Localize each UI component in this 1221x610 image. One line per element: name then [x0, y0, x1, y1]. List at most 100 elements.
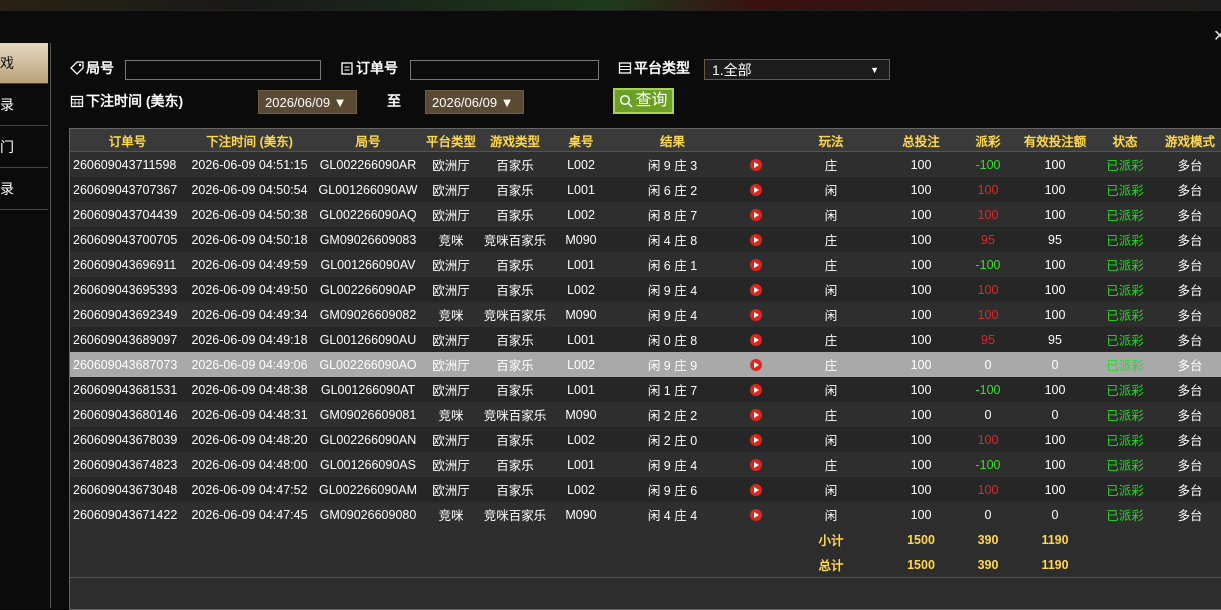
- bet-time-cell: 2026-06-09 04:49:18: [191, 332, 308, 347]
- table-row[interactable]: 260609043711598 2026-06-09 04:51:15 GL0022…: [70, 152, 1221, 178]
- game-mode-cell: 多台: [1177, 284, 1203, 298]
- platform-type-cell: 欧洲厅: [432, 359, 470, 373]
- order-no-cell: 260609043711598: [73, 157, 177, 172]
- server-icon: [618, 62, 632, 74]
- sidebar-item-1[interactable]: 录: [0, 85, 48, 126]
- valid-bet-cell: 100: [1044, 257, 1066, 272]
- game-mode-cell: 多台: [1177, 359, 1203, 373]
- column-header-game-type: 游戏类型: [489, 134, 540, 149]
- replay-cell: [733, 302, 778, 327]
- table-no-cell: L001: [567, 332, 595, 347]
- table-row[interactable]: 260609043687073 2026-06-09 04:49:06 GL0022…: [70, 352, 1221, 378]
- table-row[interactable]: 260609043707367 2026-06-09 04:50:54 GL0012…: [70, 177, 1221, 203]
- sidebar-item-0[interactable]: 戏: [0, 43, 48, 84]
- total-bet-cell: 100: [910, 257, 932, 272]
- order-no-cell: 260609043707367: [73, 182, 178, 197]
- chevron-down-icon: ▼: [870, 65, 879, 75]
- bet-time-cell: 2026-06-09 04:49:59: [191, 257, 308, 272]
- column-header-bet-type: 玩法: [818, 134, 844, 149]
- play-video-icon[interactable]: [749, 258, 762, 271]
- table-row[interactable]: 260609043681531 2026-06-09 04:48:38 GL0012…: [70, 377, 1221, 403]
- play-video-icon[interactable]: [749, 358, 762, 371]
- order-no-cell: 260609043671422: [73, 507, 178, 522]
- platform-type-cell: 欧洲厅: [432, 284, 470, 298]
- play-video-icon[interactable]: [749, 383, 762, 396]
- total-bet-cell: 100: [910, 407, 932, 422]
- close-icon[interactable]: ✕: [1213, 26, 1221, 46]
- play-video-icon[interactable]: [749, 283, 762, 296]
- payout-cell: -100: [975, 457, 1001, 472]
- game-no-cell: GL001266090AS: [320, 457, 416, 472]
- table-row[interactable]: 260609043680146 2026-06-09 04:48:31 GM0902…: [70, 402, 1221, 428]
- total-row: 总计 1500 390 1190: [70, 552, 1221, 578]
- table-row[interactable]: 260609043678039 2026-06-09 04:48:20 GL0022…: [70, 427, 1221, 453]
- bet-type-cell: 闲: [824, 184, 838, 198]
- game-mode-cell: 多台: [1177, 409, 1203, 423]
- total-bet-cell: 100: [910, 457, 932, 472]
- result-cell: 闲 9 庄 4: [647, 309, 698, 323]
- bet-time-cell: 2026-06-09 04:48:31: [191, 407, 308, 422]
- total-bet-cell: 100: [910, 432, 932, 447]
- column-header-bet-time: 下注时间 (美东): [206, 134, 293, 149]
- table-no-cell: M090: [565, 407, 597, 422]
- sidebar-item-3[interactable]: 录: [0, 169, 48, 210]
- play-video-icon[interactable]: [749, 158, 762, 171]
- total-bet-cell: 100: [910, 482, 932, 497]
- play-video-icon[interactable]: [749, 333, 762, 346]
- play-video-icon[interactable]: [749, 208, 762, 221]
- game-no-input[interactable]: [125, 60, 321, 80]
- result-cell: 闲 9 庄 3: [647, 159, 698, 173]
- bet-time-cell: 2026-06-09 04:48:38: [191, 382, 308, 397]
- replay-cell: [733, 177, 778, 202]
- total-bet-cell: 100: [910, 157, 932, 172]
- column-header-replay: [733, 129, 778, 151]
- query-button[interactable]: 查询: [613, 88, 674, 114]
- table-row[interactable]: 260609043696911 2026-06-09 04:49:59 GL0012…: [70, 252, 1221, 278]
- result-cell: 闲 9 庄 9: [647, 359, 698, 373]
- table-no-cell: L002: [567, 357, 595, 372]
- date-from-picker[interactable]: 2026/06/09 ▼: [258, 90, 357, 114]
- table-row[interactable]: 260609043700705 2026-06-09 04:50:18 GM0902…: [70, 227, 1221, 253]
- bet-type-cell: 庄: [824, 359, 838, 373]
- platform-type-cell: 欧洲厅: [432, 434, 470, 448]
- total-bet-cell: 100: [910, 282, 932, 297]
- order-no-cell: 260609043674823: [73, 457, 178, 472]
- result-cell: 闲 8 庄 7: [647, 209, 698, 223]
- order-no-cell: 260609043695393: [73, 282, 178, 297]
- game-mode-cell: 多台: [1177, 159, 1203, 173]
- valid-bet-cell: 95: [1048, 232, 1062, 247]
- play-video-icon[interactable]: [749, 308, 762, 321]
- table-row[interactable]: 260609043671422 2026-06-09 04:47:45 GM0902…: [70, 502, 1221, 528]
- table-row[interactable]: 260609043674823 2026-06-09 04:48:00 GL0012…: [70, 452, 1221, 478]
- table-row[interactable]: 260609043692349 2026-06-09 04:49:34 GM0902…: [70, 302, 1221, 328]
- replay-cell: [733, 227, 778, 252]
- date-to-picker[interactable]: 2026/06/09 ▼: [425, 90, 524, 114]
- sidebar-item-2[interactable]: 门: [0, 127, 48, 168]
- game-no-cell: GL002266090AR: [319, 157, 417, 172]
- game-no-cell: GL002266090AP: [320, 282, 416, 297]
- platform-select[interactable]: 1.全部 ▼: [704, 59, 890, 80]
- payout-cell: 0: [984, 407, 992, 422]
- game-no-label: 局号: [70, 58, 114, 78]
- game-type-cell: 百家乐: [496, 184, 534, 198]
- order-no-input[interactable]: [410, 60, 599, 80]
- table-row[interactable]: 260609043673048 2026-06-09 04:47:52 GL0022…: [70, 477, 1221, 503]
- play-video-icon[interactable]: [749, 408, 762, 421]
- play-video-icon[interactable]: [749, 458, 762, 471]
- clipboard-icon: [341, 62, 353, 75]
- game-type-cell: 百家乐: [496, 284, 534, 298]
- table-row[interactable]: 260609043704439 2026-06-09 04:50:38 GL0022…: [70, 202, 1221, 228]
- play-video-icon[interactable]: [749, 508, 762, 521]
- table-row[interactable]: 260609043695393 2026-06-09 04:49:50 GL0022…: [70, 277, 1221, 303]
- table-no-cell: L002: [567, 207, 595, 222]
- play-video-icon[interactable]: [749, 483, 762, 496]
- order-no-cell: 260609043673048: [73, 482, 178, 497]
- bet-time-cell: 2026-06-09 04:49:34: [191, 307, 308, 322]
- table-row[interactable]: 260609043689097 2026-06-09 04:49:18 GL0012…: [70, 327, 1221, 353]
- play-video-icon[interactable]: [749, 233, 762, 246]
- valid-bet-cell: 100: [1044, 482, 1066, 497]
- status-cell: 已派彩: [1106, 209, 1144, 223]
- platform-type-cell: 欧洲厅: [432, 259, 470, 273]
- play-video-icon[interactable]: [749, 183, 762, 196]
- play-video-icon[interactable]: [749, 433, 762, 446]
